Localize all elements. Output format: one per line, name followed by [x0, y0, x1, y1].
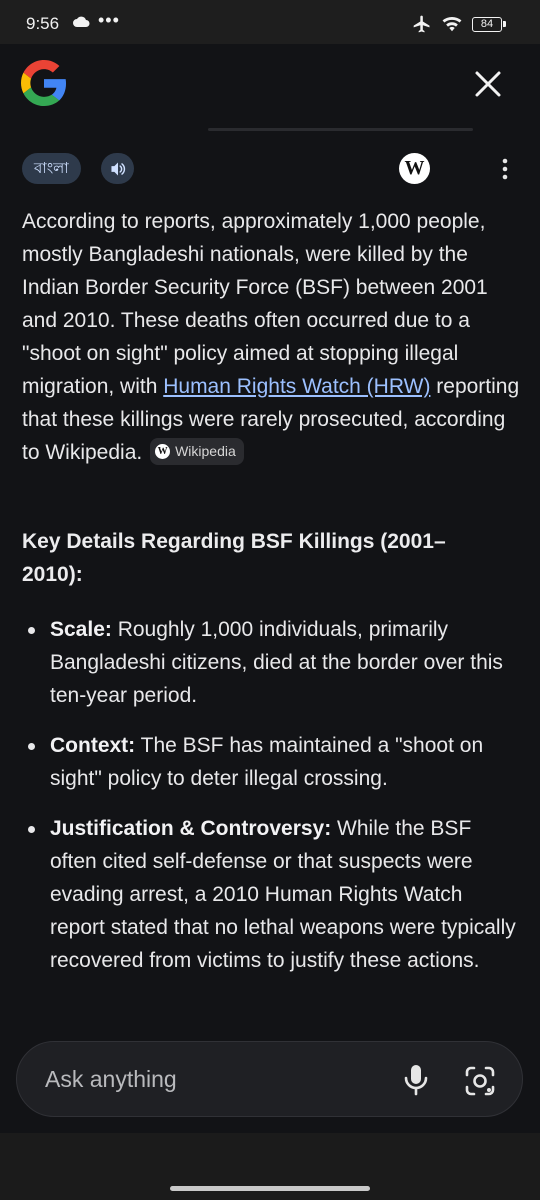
answer-text: According to reports, approximately 1,00… [22, 210, 488, 398]
speaker-button[interactable] [101, 153, 134, 184]
list-item: Justification & Controversy: While the B… [22, 812, 522, 977]
bullet-label: Scale: [50, 618, 112, 641]
answer-paragraph: According to reports, approximately 1,00… [22, 205, 522, 469]
hrw-link[interactable]: Human Rights Watch (HRW) [163, 375, 430, 398]
notification-dots: ••• [98, 10, 120, 30]
bullet-label: Context: [50, 734, 136, 757]
close-icon[interactable] [470, 66, 506, 102]
language-chip[interactable]: বাংলা [22, 153, 81, 184]
mic-icon[interactable] [399, 1062, 433, 1098]
list-item: Scale: Roughly 1,000 individuals, primar… [22, 613, 522, 712]
section-heading: Key Details Regarding BSF Killings (2001… [22, 530, 446, 586]
home-gesture-bar[interactable] [170, 1186, 370, 1191]
bullet-text: Roughly 1,000 individuals, primarily Ban… [50, 618, 503, 707]
source-chip[interactable]: W Wikipedia [150, 437, 244, 465]
lens-icon[interactable] [463, 1064, 497, 1098]
bullet-text: While the BSF often cited self-defense o… [50, 817, 516, 972]
wikipedia-icon[interactable]: W [399, 153, 430, 184]
status-time: 9:56 [26, 14, 60, 33]
header-divider [208, 128, 473, 131]
more-vert-icon[interactable] [495, 155, 515, 183]
airplane-mode-icon [413, 15, 430, 33]
wikipedia-mini-icon: W [155, 443, 171, 459]
status-bar: 9:56 ••• 84 [0, 0, 540, 44]
cloud-icon [73, 16, 90, 27]
list-item: Context: The BSF has maintained a "shoot… [22, 729, 522, 795]
source-chip-label: Wikipedia [175, 442, 236, 459]
wifi-icon [442, 17, 462, 32]
details-list: Scale: Roughly 1,000 individuals, primar… [22, 613, 522, 994]
ask-input[interactable]: Ask anything [16, 1041, 523, 1117]
ask-placeholder: Ask anything [45, 1066, 177, 1092]
speaker-icon [110, 161, 125, 176]
battery-indicator: 84 [472, 17, 506, 32]
bullet-label: Justification & Controversy: [50, 817, 332, 840]
google-g-icon [21, 60, 67, 106]
